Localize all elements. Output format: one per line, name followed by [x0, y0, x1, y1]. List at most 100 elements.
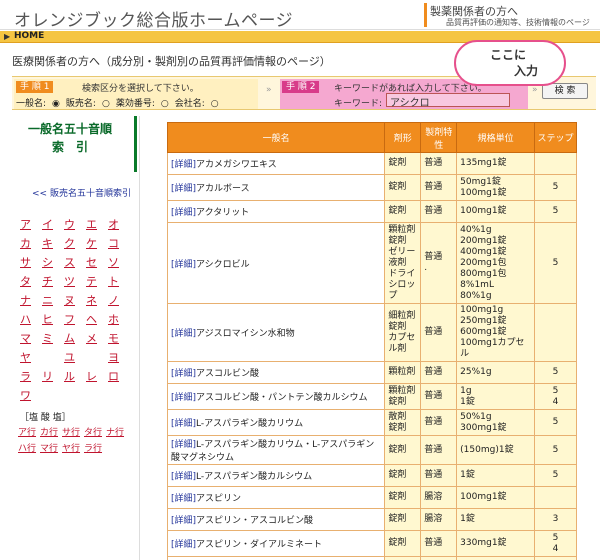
cell-name: [詳細]アシクロビル — [166, 222, 386, 304]
cell-name: [詳細]アクタリット — [166, 200, 386, 223]
detail-link[interactable]: [詳細] — [171, 472, 196, 482]
kana-index-link[interactable]: ル — [64, 368, 75, 384]
kana-index-link[interactable]: ヘ — [86, 311, 97, 327]
cell-name: [詳細]アカメガシワエキス — [166, 152, 386, 175]
kana-index-link[interactable]: ア — [20, 216, 31, 232]
detail-link[interactable]: [詳細] — [171, 419, 196, 429]
hydrochloride-index-link[interactable]: ヤ行 — [62, 441, 80, 454]
kana-index-link[interactable]: チ — [42, 273, 53, 289]
detail-link[interactable]: [詳細] — [171, 494, 196, 504]
detail-link[interactable]: [詳細] — [171, 369, 196, 379]
cell-form: 錠剤 — [384, 200, 422, 223]
hydrochloride-index-link[interactable]: ラ行 — [84, 441, 102, 454]
cell-form: 錠剤 — [384, 486, 422, 509]
kana-index-link[interactable]: レ — [86, 368, 97, 384]
kana-index-link[interactable]: オ — [108, 216, 119, 232]
kana-index-link[interactable]: フ — [64, 311, 75, 327]
kana-index-link[interactable]: マ — [20, 330, 31, 346]
kana-index-link[interactable]: ネ — [86, 292, 97, 308]
kana-index-link[interactable]: ニ — [42, 292, 53, 308]
kana-index-link[interactable]: サ — [20, 254, 31, 270]
hydrochloride-index-link[interactable]: タ行 — [84, 425, 102, 438]
kana-index-link[interactable]: モ — [108, 330, 119, 346]
detail-link[interactable]: [詳細] — [171, 160, 196, 170]
kana-index-link[interactable]: ヒ — [42, 311, 53, 327]
kana-index-link[interactable]: ユ — [64, 349, 75, 365]
product-name-index-link[interactable]: << 販売名五十音順索引 — [32, 186, 131, 199]
cell-form: 顆粒剤 — [384, 361, 422, 384]
search-type-radio[interactable]: 薬効番号: ○ — [116, 99, 169, 109]
drug-name: アカメガシワエキス — [196, 160, 277, 170]
search-type-radio[interactable]: 会社名: ○ — [175, 99, 219, 109]
search-type-radio[interactable]: 一般名: ◉ — [16, 99, 60, 109]
drug-name: アスピリン・ダイアルミネート — [196, 540, 322, 550]
kana-index-link[interactable]: テ — [86, 273, 97, 289]
kana-index-link[interactable]: シ — [42, 254, 53, 270]
kana-index-link[interactable]: ツ — [64, 273, 75, 289]
detail-link[interactable]: [詳細] — [171, 329, 196, 339]
hydrochloride-index-link[interactable]: マ行 — [40, 441, 58, 454]
kana-index-link[interactable]: ム — [64, 330, 75, 346]
cell-form: 錠剤 — [384, 464, 422, 487]
hydrochloride-index-link[interactable]: カ行 — [40, 425, 58, 438]
hydrochloride-index-link[interactable]: ハ行 — [18, 441, 36, 454]
kana-index-link[interactable]: ナ — [20, 292, 31, 308]
detail-link[interactable]: [詳細] — [171, 260, 196, 270]
kana-index-link[interactable]: ロ — [108, 368, 119, 384]
kana-index-link[interactable]: ワ — [20, 387, 31, 403]
kana-index-link[interactable]: キ — [42, 235, 53, 251]
radio-unchecked-icon[interactable]: ○ — [211, 99, 219, 109]
home-link[interactable]: HOME — [14, 31, 44, 41]
detail-link[interactable]: [詳細] — [171, 440, 196, 450]
kana-index-link[interactable]: コ — [108, 235, 119, 251]
kana-index-link[interactable]: ソ — [108, 254, 119, 270]
radio-unchecked-icon[interactable]: ○ — [161, 99, 169, 109]
kana-index-link[interactable]: ク — [64, 235, 75, 251]
detail-link[interactable]: [詳細] — [171, 208, 196, 218]
hydrochloride-index-link[interactable]: サ行 — [62, 425, 80, 438]
index-accent-bar — [134, 116, 137, 172]
kana-index-link[interactable]: ケ — [86, 235, 97, 251]
kana-index-link[interactable]: イ — [42, 216, 53, 232]
search-button[interactable]: 検 索 — [542, 83, 588, 99]
kana-index-link[interactable]: ス — [64, 254, 75, 270]
kana-index-link[interactable]: メ — [86, 330, 97, 346]
kana-index-link[interactable]: リ — [42, 368, 53, 384]
radio-checked-icon[interactable]: ◉ — [52, 99, 60, 109]
cell-name: [詳細]アスコルビン酸・パントテン酸カルシウム — [166, 383, 386, 410]
kana-index-link[interactable]: ヌ — [64, 292, 75, 308]
site-title[interactable]: オレンジブック総合版ホームページ — [14, 6, 293, 31]
kana-index-link[interactable]: タ — [20, 273, 31, 289]
kana-index-link[interactable]: ラ — [20, 368, 31, 384]
kana-index-link[interactable]: ウ — [64, 216, 75, 232]
cell-name: [詳細]アスピリン・ダイアルミネート — [166, 530, 386, 557]
kana-index-link[interactable]: セ — [86, 254, 97, 270]
kana-index-link[interactable]: ヤ — [20, 349, 31, 365]
detail-link[interactable]: [詳細] — [171, 540, 196, 550]
detail-link[interactable]: [詳細] — [171, 516, 196, 526]
detail-link[interactable]: [詳細] — [171, 184, 196, 194]
kana-index-link[interactable]: ヨ — [108, 349, 119, 365]
table-row: [詳細]アクタリット 錠剤 普通 100mg1錠 5 — [166, 200, 577, 223]
detail-link[interactable]: [詳細] — [171, 393, 196, 403]
cell-step — [534, 486, 577, 509]
hydrochloride-index-link[interactable]: ア行 — [18, 425, 36, 438]
kana-index-link[interactable]: ホ — [108, 311, 119, 327]
cell-trait: 普通 — [420, 464, 458, 487]
kana-index-link[interactable]: カ — [20, 235, 31, 251]
kana-index-link[interactable]: ノ — [108, 292, 119, 308]
step1-instruction: 検索区分を選択して下さい。 — [82, 84, 199, 94]
cell-spec: 1g 1錠 — [456, 383, 536, 410]
radio-unchecked-icon[interactable]: ○ — [102, 99, 110, 109]
chevron-right-icon: » — [532, 85, 538, 95]
search-type-radio[interactable]: 販売名: ○ — [66, 99, 110, 109]
hydrochloride-index-link[interactable]: ナ行 — [106, 425, 124, 438]
cell-form: 錠剤 — [384, 530, 422, 557]
cell-spec: 330mg1錠 — [456, 530, 536, 557]
kana-index-link[interactable]: エ — [86, 216, 97, 232]
kana-index-link[interactable]: ハ — [20, 311, 31, 327]
kana-index-link[interactable]: ミ — [42, 330, 53, 346]
cell-name: [詳細]アスコルビン酸 — [166, 361, 386, 384]
kana-index-link[interactable]: ト — [108, 273, 119, 289]
keyword-input[interactable]: アシクロ — [386, 93, 510, 109]
